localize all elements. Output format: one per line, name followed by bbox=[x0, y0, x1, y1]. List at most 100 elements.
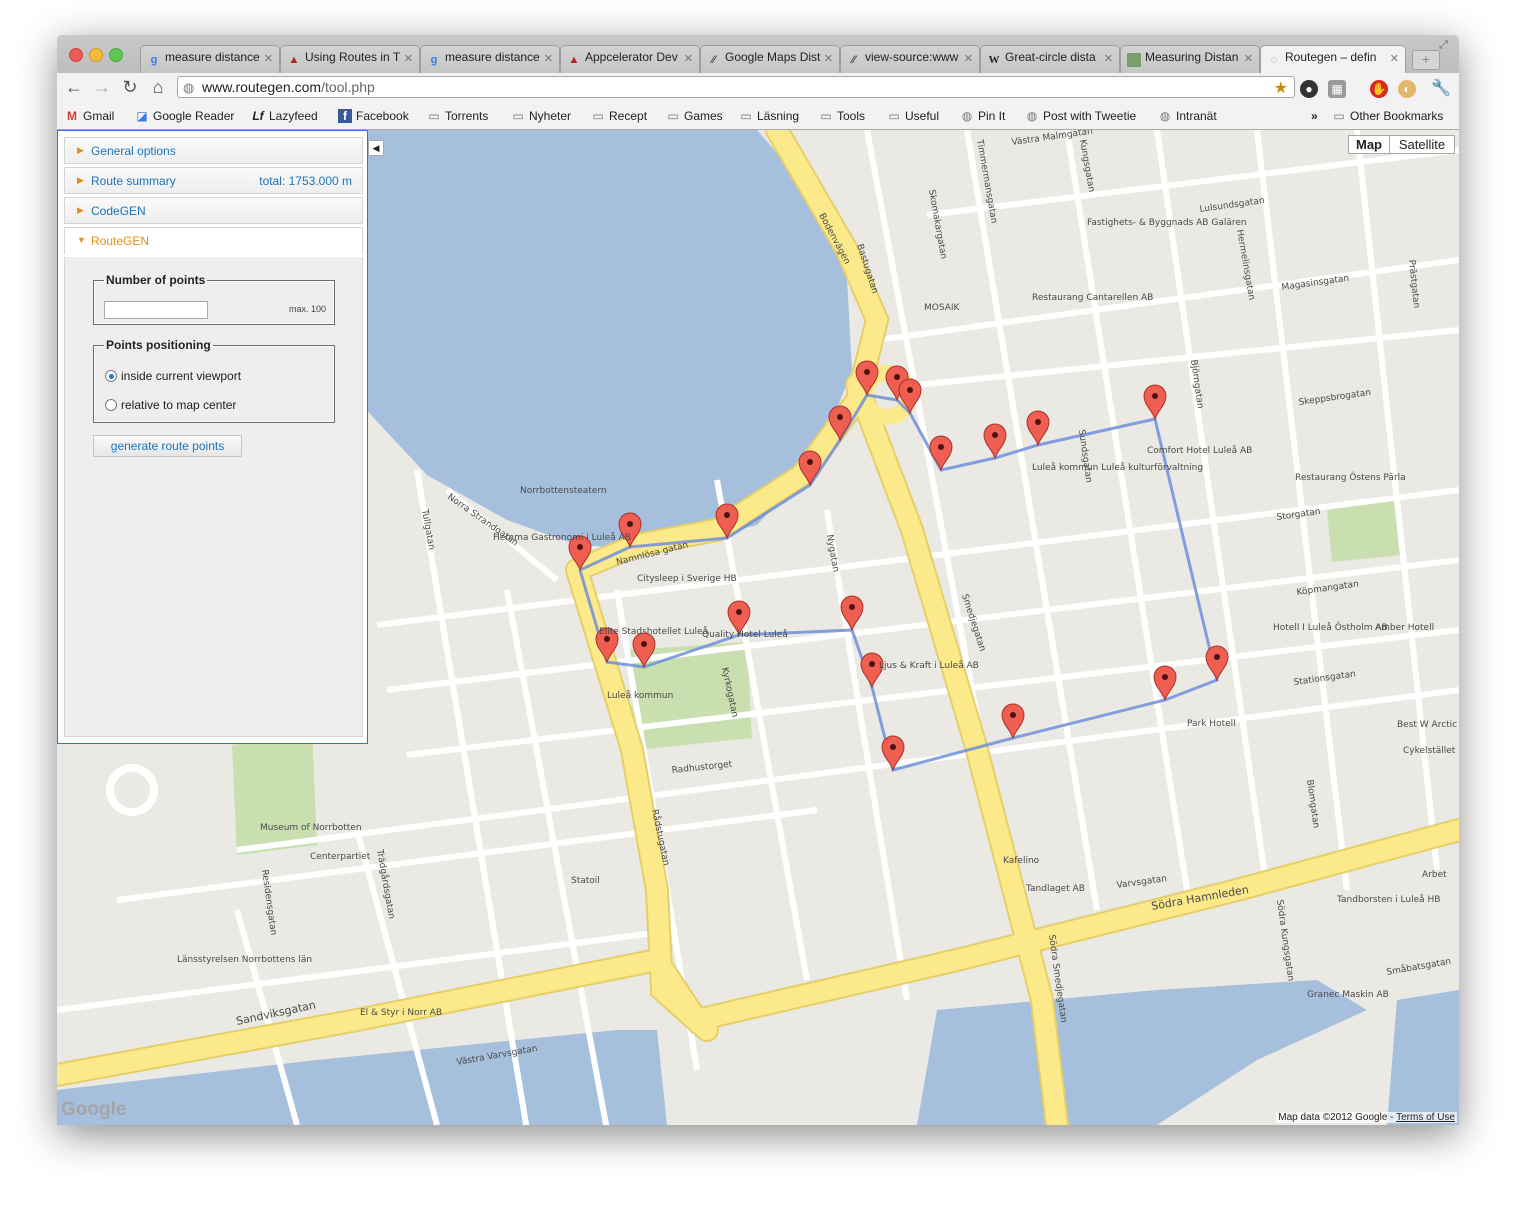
forward-arrow-icon[interactable]: → bbox=[91, 77, 113, 98]
fullscreen-icon[interactable]: ⤢ bbox=[1439, 39, 1448, 52]
bookmark-folder-torrents[interactable]: ▭ Torrents bbox=[427, 109, 488, 123]
bookmark-label: Other Bookmarks bbox=[1350, 109, 1444, 123]
bookmark-google-reader[interactable]: ◪ Google Reader bbox=[135, 109, 234, 123]
marker-dot bbox=[890, 744, 896, 750]
extension-camera-icon[interactable]: ● bbox=[1300, 80, 1318, 98]
tab-title: view-source:www bbox=[865, 50, 959, 64]
map-type-satellite-button[interactable]: Satellite bbox=[1389, 135, 1455, 154]
place-label: Statoil bbox=[571, 876, 600, 886]
close-tab-icon[interactable]: ✕ bbox=[964, 52, 973, 65]
bookmark-folder-tools[interactable]: ▭ Tools bbox=[819, 109, 865, 123]
close-tab-icon[interactable]: ✕ bbox=[264, 52, 273, 65]
close-window-icon[interactable] bbox=[69, 48, 83, 62]
bookmark-intranat[interactable]: ◍ Intranät bbox=[1158, 109, 1217, 123]
bookmark-folder-recept[interactable]: ▭ Recept bbox=[591, 109, 647, 123]
close-tab-icon[interactable]: ✕ bbox=[544, 52, 553, 65]
marker-dot bbox=[894, 374, 900, 380]
place-label: Ljus & Kraft i Luleå AB bbox=[879, 660, 979, 671]
close-tab-icon[interactable]: ✕ bbox=[824, 52, 833, 65]
extension-cookie-icon[interactable]: ◐ bbox=[1398, 80, 1416, 98]
bookmark-gmail[interactable]: M Gmail bbox=[65, 109, 114, 123]
other-bookmarks[interactable]: ▭ Other Bookmarks bbox=[1332, 109, 1443, 123]
browser-tab[interactable]: ⁄⁄ Google Maps Dist ✕ bbox=[700, 45, 840, 73]
bookmark-post-with-tweetie[interactable]: ◍ Post with Tweetie bbox=[1025, 109, 1136, 123]
browser-tab[interactable]: ▲ Appcelerator Dev ✕ bbox=[560, 45, 700, 73]
accordion-routegen[interactable]: ▼ RouteGEN bbox=[64, 227, 363, 254]
close-tab-icon[interactable]: ✕ bbox=[684, 52, 693, 65]
accordion-codegen[interactable]: ▶ CodeGEN bbox=[64, 197, 363, 224]
close-tab-icon[interactable]: ✕ bbox=[404, 52, 413, 65]
collapse-triangle-icon: ▼ bbox=[77, 235, 86, 245]
generate-route-points-button[interactable]: generate route points bbox=[93, 435, 242, 457]
reload-icon[interactable]: ↻ bbox=[119, 77, 141, 98]
back-arrow-icon[interactable]: ← bbox=[63, 77, 85, 98]
place-label: Amber Hotell bbox=[1375, 623, 1434, 633]
bookmark-folder-nyheter[interactable]: ▭ Nyheter bbox=[511, 109, 571, 123]
radio-inside-viewport-label[interactable]: inside current viewport bbox=[121, 369, 241, 383]
folder-icon: ▭ bbox=[888, 109, 900, 123]
marker-dot bbox=[724, 512, 730, 518]
address-bar[interactable]: ◍ www.routegen.com/tool.php ★ bbox=[177, 76, 1295, 98]
browser-tab[interactable]: g measure distance ✕ bbox=[140, 45, 280, 73]
accordion-route-summary[interactable]: ▶ Route summary total: 1753.000 m bbox=[64, 167, 363, 194]
bookmark-label: Tools bbox=[837, 109, 866, 123]
folder-icon: ▭ bbox=[592, 109, 604, 123]
radio-relative-to-center-label[interactable]: relative to map center bbox=[121, 398, 236, 412]
globe-icon: ◍ bbox=[183, 80, 195, 95]
marker-dot bbox=[1214, 654, 1220, 660]
close-tab-icon[interactable]: ✕ bbox=[1390, 52, 1399, 65]
place-label: Park Hotell bbox=[1187, 719, 1236, 729]
bookmark-label: Intranät bbox=[1176, 109, 1217, 123]
bookmark-star-icon[interactable]: ★ bbox=[1274, 78, 1288, 98]
place-label: Cykelstället i Luleå bbox=[1403, 745, 1459, 756]
home-icon[interactable]: ⌂ bbox=[147, 77, 169, 98]
place-label: Hemma Gastronomi i Luleå AB bbox=[493, 532, 631, 543]
map-viewport[interactable]: Bodenvägen Bastugatan Skomakargatan Timm… bbox=[57, 130, 1459, 1125]
close-tab-icon[interactable]: ✕ bbox=[1104, 52, 1113, 65]
radio-inside-viewport[interactable] bbox=[105, 370, 117, 382]
slash-icon: ⁄⁄ bbox=[852, 54, 856, 66]
slash-icon: ⁄⁄ bbox=[712, 54, 716, 66]
tab-title: Measuring Distan bbox=[1145, 50, 1239, 64]
image-icon bbox=[1127, 53, 1141, 67]
extension-grid-icon[interactable]: ▦ bbox=[1328, 80, 1346, 98]
number-of-points-input[interactable] bbox=[104, 301, 208, 319]
marker-dot bbox=[1152, 393, 1158, 399]
browser-tab[interactable]: ▲ Using Routes in T ✕ bbox=[280, 45, 420, 73]
place-label: MOSAIK bbox=[924, 303, 961, 313]
collapse-panel-arrow-icon[interactable]: ◀ bbox=[368, 140, 384, 156]
bookmark-pin-it[interactable]: ◍ Pin It bbox=[960, 109, 1006, 123]
globe-icon: ◍ bbox=[1159, 109, 1171, 123]
bookmark-folder-useful[interactable]: ▭ Useful bbox=[887, 109, 939, 123]
place-label: Luleå kommun bbox=[607, 690, 673, 701]
zoom-window-icon[interactable] bbox=[109, 48, 123, 62]
bookmark-folder-games[interactable]: ▭ Games bbox=[666, 109, 722, 123]
browser-tab[interactable]: W Great-circle dista ✕ bbox=[980, 45, 1120, 73]
radio-relative-to-center[interactable] bbox=[105, 399, 117, 411]
browser-tab-active[interactable]: ◌ Routegen – defin ✕ bbox=[1260, 45, 1406, 73]
wrench-icon[interactable]: 🔧 bbox=[1431, 80, 1451, 98]
bookmark-lazyfeed[interactable]: Lf Lazyfeed bbox=[251, 109, 317, 123]
tab-title: Using Routes in T bbox=[305, 50, 401, 64]
browser-tab[interactable]: ⁄⁄ view-source:www ✕ bbox=[840, 45, 980, 73]
place-label: Elite Stadshotellet Luleå bbox=[599, 626, 708, 637]
close-tab-icon[interactable]: ✕ bbox=[1244, 52, 1253, 65]
browser-tab[interactable]: Measuring Distan ✕ bbox=[1120, 45, 1260, 73]
browser-tab[interactable]: g measure distance ✕ bbox=[420, 45, 560, 73]
bookmark-facebook[interactable]: f Facebook bbox=[338, 109, 409, 123]
place-label: Tandborsten i Luleå HB bbox=[1336, 894, 1440, 905]
map-type-map-button[interactable]: Map bbox=[1348, 135, 1390, 154]
accordion-label: General options bbox=[91, 144, 176, 158]
place-label: Citysleep i Sverige HB bbox=[637, 574, 737, 584]
place-label: El & Styr i Norr AB bbox=[360, 1008, 442, 1018]
bookmark-folder-lasning[interactable]: ▭ Läsning bbox=[739, 109, 799, 123]
extension-adblock-icon[interactable]: ✋ bbox=[1370, 80, 1388, 98]
bookmarks-overflow-chevron-icon[interactable]: » bbox=[1311, 109, 1318, 123]
accordion-general-options[interactable]: ▶ General options bbox=[64, 137, 363, 164]
terms-of-use-link[interactable]: Terms of Use bbox=[1396, 1112, 1455, 1123]
marker-dot bbox=[864, 369, 870, 375]
url-host: www.routegen.com bbox=[202, 79, 322, 95]
new-tab-button[interactable]: + bbox=[1412, 50, 1440, 70]
route-total-distance: total: 1753.000 m bbox=[259, 174, 352, 188]
minimize-window-icon[interactable] bbox=[89, 48, 103, 62]
